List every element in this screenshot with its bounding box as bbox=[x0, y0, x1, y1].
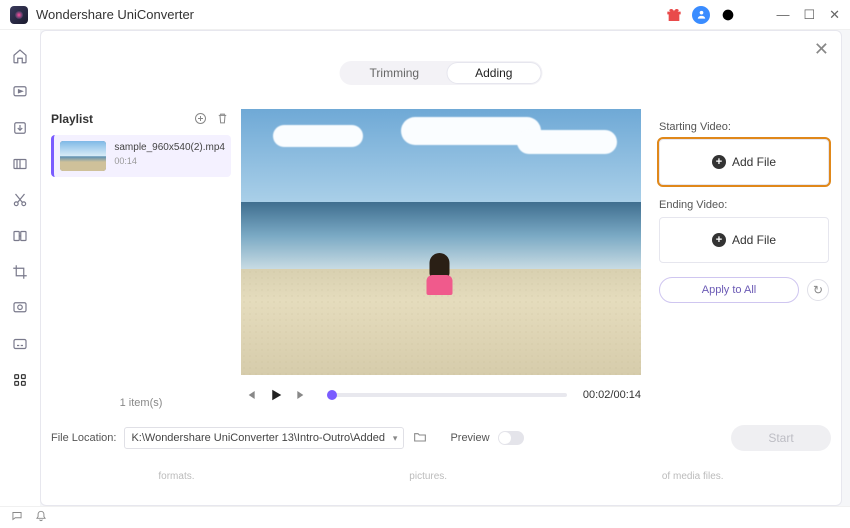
side-nav-rail bbox=[0, 30, 40, 506]
playlist-count: 1 item(s) bbox=[51, 391, 231, 415]
nav-compress-icon[interactable] bbox=[10, 154, 30, 174]
apply-to-all-button[interactable]: Apply to All bbox=[659, 277, 799, 303]
footer-blurb: formats. bbox=[158, 471, 194, 482]
nav-record-icon[interactable] bbox=[10, 298, 30, 318]
file-location-select[interactable]: K:\Wondershare UniConverter 13\Intro-Out… bbox=[124, 427, 404, 449]
maximize-button[interactable]: ☐ bbox=[803, 7, 815, 23]
plus-icon: + bbox=[712, 233, 726, 247]
ending-video-label: Ending Video: bbox=[659, 199, 829, 211]
user-account-icon[interactable] bbox=[692, 6, 710, 24]
nav-crop-icon[interactable] bbox=[10, 262, 30, 282]
reset-button[interactable]: ↻ bbox=[807, 279, 829, 301]
next-button[interactable] bbox=[293, 386, 311, 404]
editor-panel: ✕ Trimming Adding Playlist sample_960x54… bbox=[40, 30, 842, 506]
add-starting-file-button[interactable]: + Add File bbox=[659, 139, 829, 185]
video-preview[interactable] bbox=[241, 109, 641, 375]
chevron-down-icon: ▾ bbox=[393, 433, 398, 444]
start-button[interactable]: Start bbox=[731, 425, 831, 451]
support-icon[interactable] bbox=[720, 7, 736, 23]
plus-icon: + bbox=[712, 155, 726, 169]
nav-cut-icon[interactable] bbox=[10, 190, 30, 210]
playlist-item-duration: 00:14 bbox=[114, 156, 225, 168]
tab-adding[interactable]: Adding bbox=[447, 63, 540, 83]
playlist-add-icon[interactable] bbox=[193, 111, 209, 127]
nav-merge-icon[interactable] bbox=[10, 226, 30, 246]
gift-icon[interactable] bbox=[666, 7, 682, 23]
playlist-delete-icon[interactable] bbox=[215, 111, 231, 127]
tab-trimming[interactable]: Trimming bbox=[342, 63, 448, 83]
nav-subtitle-icon[interactable] bbox=[10, 334, 30, 354]
starting-video-label: Starting Video: bbox=[659, 121, 829, 133]
nav-player-icon[interactable] bbox=[10, 82, 30, 102]
minimize-button[interactable]: — bbox=[776, 7, 789, 23]
time-display: 00:02/00:14 bbox=[583, 389, 641, 401]
panel-close-button[interactable]: ✕ bbox=[814, 39, 829, 60]
add-ending-file-button[interactable]: + Add File bbox=[659, 217, 829, 263]
add-file-label: Add File bbox=[732, 155, 776, 169]
preview-label: Preview bbox=[450, 432, 489, 444]
menu-icon[interactable] bbox=[746, 7, 762, 23]
nav-home-icon[interactable] bbox=[10, 46, 30, 66]
play-button[interactable] bbox=[267, 386, 285, 404]
footer-blurb: of media files. bbox=[662, 471, 724, 482]
playlist-item-name: sample_960x540(2).mp4 bbox=[114, 141, 225, 154]
app-logo bbox=[10, 6, 28, 24]
seek-bar[interactable] bbox=[327, 393, 567, 397]
nav-toolbox-icon[interactable] bbox=[10, 370, 30, 390]
playlist-header: Playlist bbox=[51, 112, 93, 126]
notification-icon[interactable] bbox=[34, 509, 48, 526]
playlist-thumbnail bbox=[60, 141, 106, 171]
prev-button[interactable] bbox=[241, 386, 259, 404]
feedback-icon[interactable] bbox=[10, 509, 24, 526]
mode-tabs: Trimming Adding bbox=[340, 61, 543, 85]
add-file-label: Add File bbox=[732, 233, 776, 247]
close-window-button[interactable]: ✕ bbox=[829, 7, 840, 23]
open-folder-button[interactable] bbox=[412, 429, 428, 448]
app-title: Wondershare UniConverter bbox=[36, 7, 194, 22]
playlist-item[interactable]: sample_960x540(2).mp4 00:14 bbox=[51, 135, 231, 177]
file-location-label: File Location: bbox=[51, 432, 116, 444]
nav-download-icon[interactable] bbox=[10, 118, 30, 138]
preview-toggle[interactable] bbox=[498, 431, 524, 445]
footer-blurb: pictures. bbox=[409, 471, 447, 482]
file-location-path: K:\Wondershare UniConverter 13\Intro-Out… bbox=[131, 432, 385, 444]
